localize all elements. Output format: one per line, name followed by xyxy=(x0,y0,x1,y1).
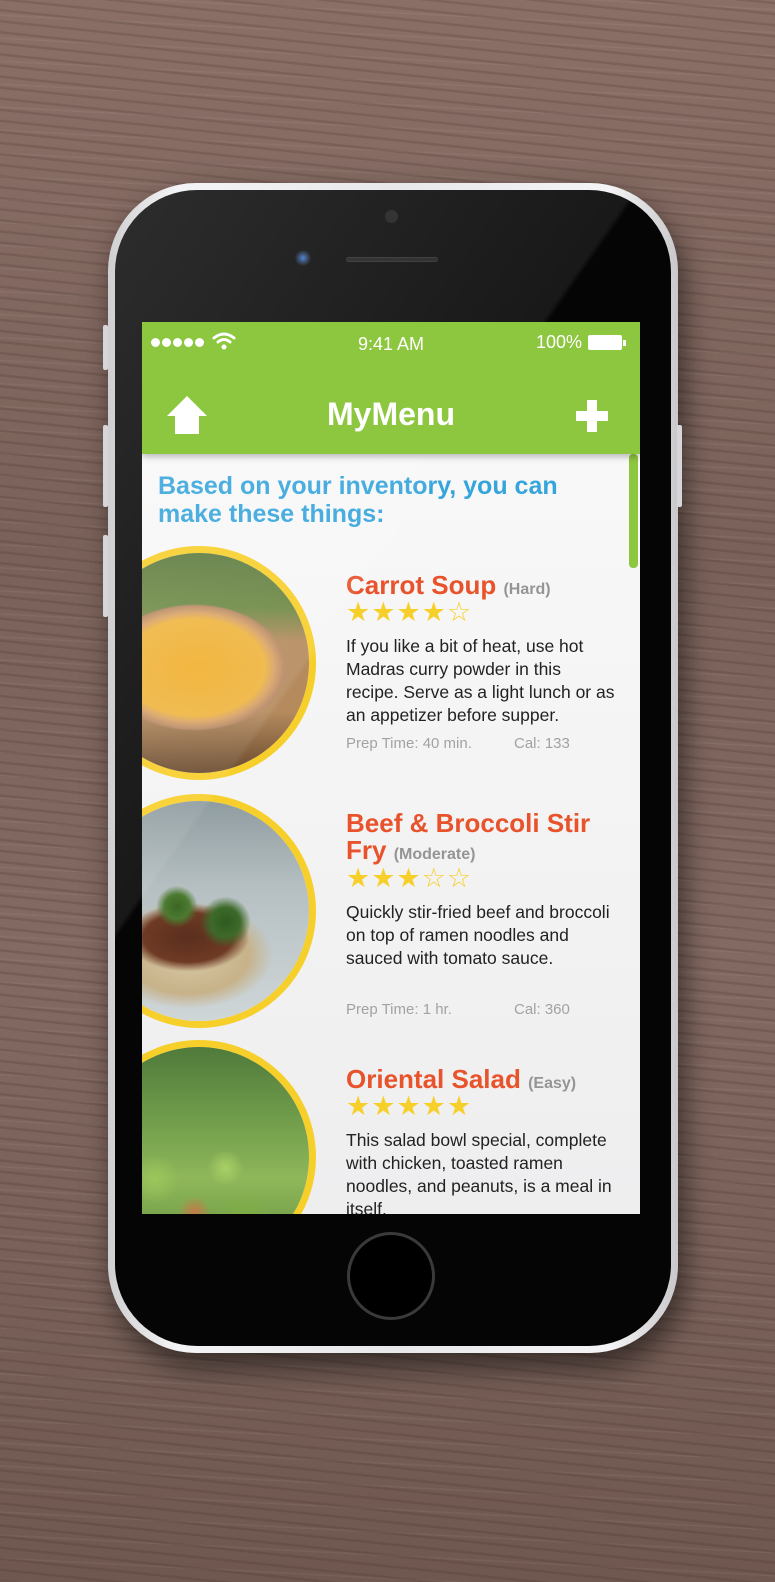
recipe-photo-carrot-soup xyxy=(142,546,316,780)
power-button xyxy=(677,425,682,507)
battery-icon xyxy=(588,335,626,350)
scrollbar[interactable] xyxy=(629,454,638,568)
recipe-difficulty: (Easy) xyxy=(528,1075,577,1092)
earpiece-speaker xyxy=(346,257,438,262)
mute-switch xyxy=(103,325,108,370)
rating-stars: ★★★★☆ xyxy=(346,597,473,627)
recipe-title[interactable]: Beef & Broccoli Stir Fry (Moderate) xyxy=(346,810,626,868)
recipe-meta: Prep Time: 40 min. Cal: 133 xyxy=(346,735,606,752)
proximity-sensor xyxy=(385,210,398,223)
app-header: 9:41 AM 100% MyMenu xyxy=(142,322,640,454)
rating-stars: ★★★☆☆ xyxy=(346,863,473,893)
battery-percentage: 100% xyxy=(535,332,582,352)
calories: Cal: 360 xyxy=(514,1001,570,1018)
intro-heading: Based on your inventory, you can make th… xyxy=(158,472,558,528)
app-title: MyMenu xyxy=(327,396,455,432)
calories: Cal: 133 xyxy=(514,735,570,752)
prep-time: Prep Time: 40 min. xyxy=(346,735,472,752)
status-bar: 9:41 AM 100% xyxy=(142,322,640,366)
recipe-photo-beef-broccoli xyxy=(142,794,316,1028)
recipe-difficulty: (Moderate) xyxy=(393,846,476,863)
volume-up-button xyxy=(103,425,108,507)
home-button[interactable] xyxy=(347,1232,435,1320)
rating-stars: ★★★★★ xyxy=(346,1091,473,1121)
recipe-description: Quickly stir-fried beef and broccoli on … xyxy=(346,902,610,968)
recipe-description: This salad bowl special, complete with c… xyxy=(346,1130,612,1214)
recipe-description: If you like a bit of heat, use hot Madra… xyxy=(346,636,615,725)
volume-down-button xyxy=(103,535,108,617)
front-camera xyxy=(295,250,311,266)
prep-time: Prep Time: 1 hr. xyxy=(346,1001,452,1018)
plus-icon[interactable] xyxy=(576,400,608,432)
recipe-difficulty: (Hard) xyxy=(503,581,551,598)
recipe-photo-oriental-salad xyxy=(142,1040,316,1214)
recipe-meta: Prep Time: 1 hr. Cal: 360 xyxy=(346,1001,606,1018)
app-screen: 9:41 AM 100% MyMenu Based on your invent… xyxy=(142,322,640,1214)
